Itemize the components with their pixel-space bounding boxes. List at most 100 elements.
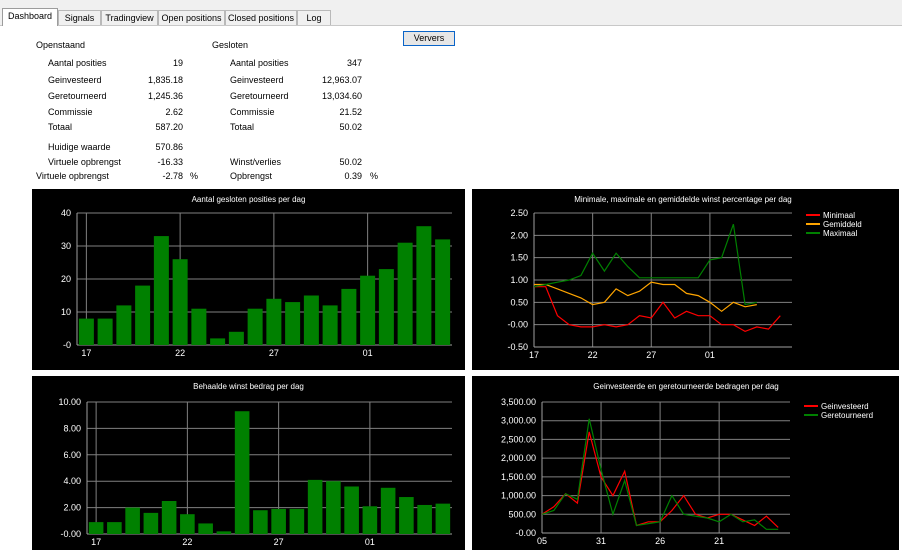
chart-bar [253, 510, 268, 534]
closed-label-yield: Opbrengst [230, 171, 273, 181]
closed-value-invested: 12,963.07 [321, 75, 362, 85]
y-tick-label: 8.00 [63, 423, 81, 433]
y-tick-label: 30 [61, 241, 71, 251]
closed-value-commission: 21.52 [339, 107, 362, 117]
closed-value-positions: 347 [346, 58, 362, 68]
x-tick-label: 27 [646, 350, 656, 360]
closed-value-returned: 13,034.60 [321, 91, 362, 101]
tab-closed-positions[interactable]: Closed positions [225, 10, 297, 25]
open-value-total: 587.20 [155, 122, 183, 132]
y-tick-label: -0.50 [507, 342, 528, 352]
x-tick-label: 17 [91, 537, 101, 547]
chart-bar [360, 275, 376, 345]
y-tick-label: 6.00 [63, 450, 81, 460]
chart-bar [198, 523, 213, 534]
chart-bar [180, 514, 195, 534]
chart-win-percentage-svg: Minimale, maximale en gemiddelde winst p… [507, 195, 862, 360]
closed-label-positions: Aantal posities [230, 58, 289, 68]
open-label-returned: Geretourneerd [48, 91, 107, 101]
chart-bar [435, 503, 451, 534]
chart-bar [135, 285, 151, 345]
chart-bar [161, 501, 177, 534]
chart-bar [341, 288, 357, 345]
legend-label: Geinvesteerd [821, 402, 869, 411]
chart-invested-returned-svg: Geinvesteerde en geretourneerde bedragen… [501, 382, 873, 546]
tab-bar: Dashboard Signals Tradingview Open posit… [0, 0, 902, 26]
chart-bar [307, 479, 323, 534]
y-tick-label: -0.00 [515, 528, 536, 538]
chart-bar [344, 486, 359, 534]
chart-bar [266, 298, 282, 345]
chart-bar [362, 506, 378, 534]
chart-invested-returned: Geinvesteerde en geretourneerde bedragen… [472, 376, 899, 550]
x-tick-label: 01 [363, 348, 373, 358]
chart-bar [399, 497, 414, 534]
chart-bar [97, 318, 113, 345]
tab-log[interactable]: Log [297, 10, 331, 25]
y-tick-label: 40 [61, 208, 71, 218]
chart-bar [216, 531, 232, 534]
chart-bar [191, 308, 207, 345]
closed-value-yield: 0.39 [344, 171, 362, 181]
legend-label: Maximaal [823, 229, 857, 238]
closed-label-returned: Geretourneerd [230, 91, 289, 101]
y-tick-label: 2.00 [510, 230, 528, 240]
chart-bar [228, 331, 244, 345]
y-tick-label: 1,500.00 [501, 472, 536, 482]
open-value-positions: 19 [172, 58, 183, 68]
chart-bar [435, 239, 451, 345]
legend-label: Minimaal [823, 211, 855, 220]
chart-bar [322, 305, 338, 345]
y-tick-label: 10 [61, 307, 71, 317]
y-tick-label: 3,500.00 [501, 397, 536, 407]
chart-bar [116, 305, 132, 345]
chart-bar [303, 295, 319, 345]
chart-bar [78, 318, 94, 345]
closed-label-total: Totaal [230, 122, 255, 132]
tab-tradingview[interactable]: Tradingview [101, 10, 158, 25]
series-line-2 [534, 281, 757, 313]
x-tick-label: 21 [714, 536, 724, 546]
tab-dashboard[interactable]: Dashboard [2, 8, 58, 26]
chart-bar [271, 508, 286, 534]
x-tick-label: 05 [537, 536, 547, 546]
closed-label-invested: Geinvesteerd [230, 75, 284, 85]
x-tick-label: 27 [274, 537, 284, 547]
x-tick-label: 26 [655, 536, 665, 546]
x-tick-label: 17 [81, 348, 91, 358]
chart-bar [153, 236, 169, 345]
chart-bar [378, 269, 394, 345]
chart-bar [416, 226, 432, 345]
open-value-virtual-yield: -16.33 [157, 157, 183, 167]
y-tick-label: 10.00 [58, 397, 81, 407]
open-value-returned: 1,245.36 [147, 91, 183, 101]
open-value-virtual-yield-pct: -2.78 [162, 171, 183, 181]
legend-label: Gemiddeld [823, 220, 862, 229]
y-tick-label: 2,000.00 [501, 453, 536, 463]
open-label-total: Totaal [48, 122, 73, 132]
y-tick-label: -0.00 [60, 529, 81, 539]
y-tick-label: -0 [63, 340, 71, 350]
open-section-title: Openstaand [36, 40, 86, 50]
refresh-button[interactable]: Ververs [403, 31, 455, 46]
y-tick-label: 500.00 [508, 509, 536, 519]
tab-signals[interactable]: Signals [58, 10, 101, 25]
x-tick-label: 22 [182, 537, 192, 547]
open-label-invested: Geinvesteerd [48, 75, 102, 85]
legend-label: Geretourneerd [821, 411, 873, 420]
y-tick-label: 2,500.00 [501, 434, 536, 444]
x-tick-label: 31 [596, 536, 606, 546]
y-tick-label: -0.00 [507, 320, 528, 330]
closed-section-title: Gesloten [212, 40, 249, 50]
x-tick-label: 22 [175, 348, 185, 358]
tab-open-positions[interactable]: Open positions [158, 10, 225, 25]
chart-bar [172, 259, 188, 345]
y-tick-label: 2.00 [63, 503, 81, 513]
chart-bar [125, 507, 140, 534]
chart-bar [247, 308, 263, 345]
chart-bar [234, 411, 250, 534]
open-percent-sign: % [190, 171, 199, 181]
chart-bar [397, 242, 413, 345]
chart-title: Behaalde winst bedrag per dag [193, 382, 304, 391]
open-value-current-value: 570.86 [155, 142, 183, 152]
